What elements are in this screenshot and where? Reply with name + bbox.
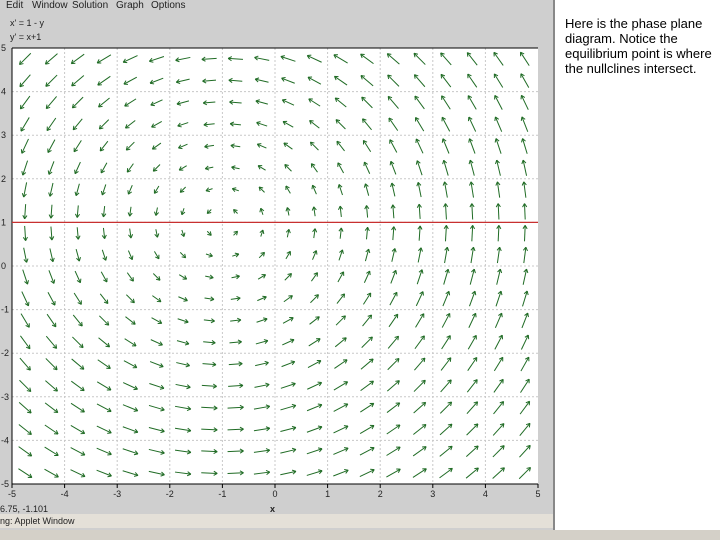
bottom-strip [0,530,720,540]
y-tick-label: -1 [1,305,9,315]
y-tick-label: 3 [1,130,6,140]
menu-window[interactable]: Window [32,0,68,11]
y-tick-label: -5 [1,479,9,489]
x-tick-label: 1 [325,489,330,499]
x-tick-label: 2 [378,489,383,499]
menu-options[interactable]: Options [151,0,185,11]
y-tick-label: -4 [1,435,9,445]
menu-edit[interactable]: Edit [6,0,23,11]
menu-bar: Edit Window Solution Graph Options [0,0,553,13]
caption-text: Here is the phase plane diagram. Notice … [565,16,712,76]
x-tick-label: -2 [166,489,174,499]
y-tick-label: -3 [1,392,9,402]
y-tick-label: 2 [1,174,6,184]
menu-graph[interactable]: Graph [116,0,144,11]
x-tick-label: 0 [272,489,277,499]
y-tick-label: -2 [1,348,9,358]
cursor-coordinates: 6.75, -1.101 [0,504,49,514]
status-bar: ng: Applet Window [0,514,553,528]
x-equation: x' = 1 - y [10,18,44,28]
x-tick-label: 4 [483,489,488,499]
menu-solution[interactable]: Solution [72,0,108,11]
x-tick-label: -4 [61,489,69,499]
x-tick-label: -5 [8,489,16,499]
applet-window: Edit Window Solution Graph Options x' = … [0,0,555,530]
x-axis-label: x [270,504,276,514]
y-tick-label: 1 [1,217,6,227]
x-tick-label: -1 [218,489,226,499]
y-tick-label: 4 [1,87,6,97]
y-tick-label: 0 [1,261,6,271]
x-tick-label: -3 [113,489,121,499]
y-tick-label: 5 [1,44,6,53]
y-equation: y' = x+1 [10,32,42,42]
x-tick-label: 5 [535,489,540,499]
x-tick-label: 3 [430,489,435,499]
phase-plane-plot[interactable]: -5 -4 -3 -2 -1 0 1 2 3 4 5 5 4 3 2 1 0 -1 -2 -3 -4 -5 [0,44,553,504]
